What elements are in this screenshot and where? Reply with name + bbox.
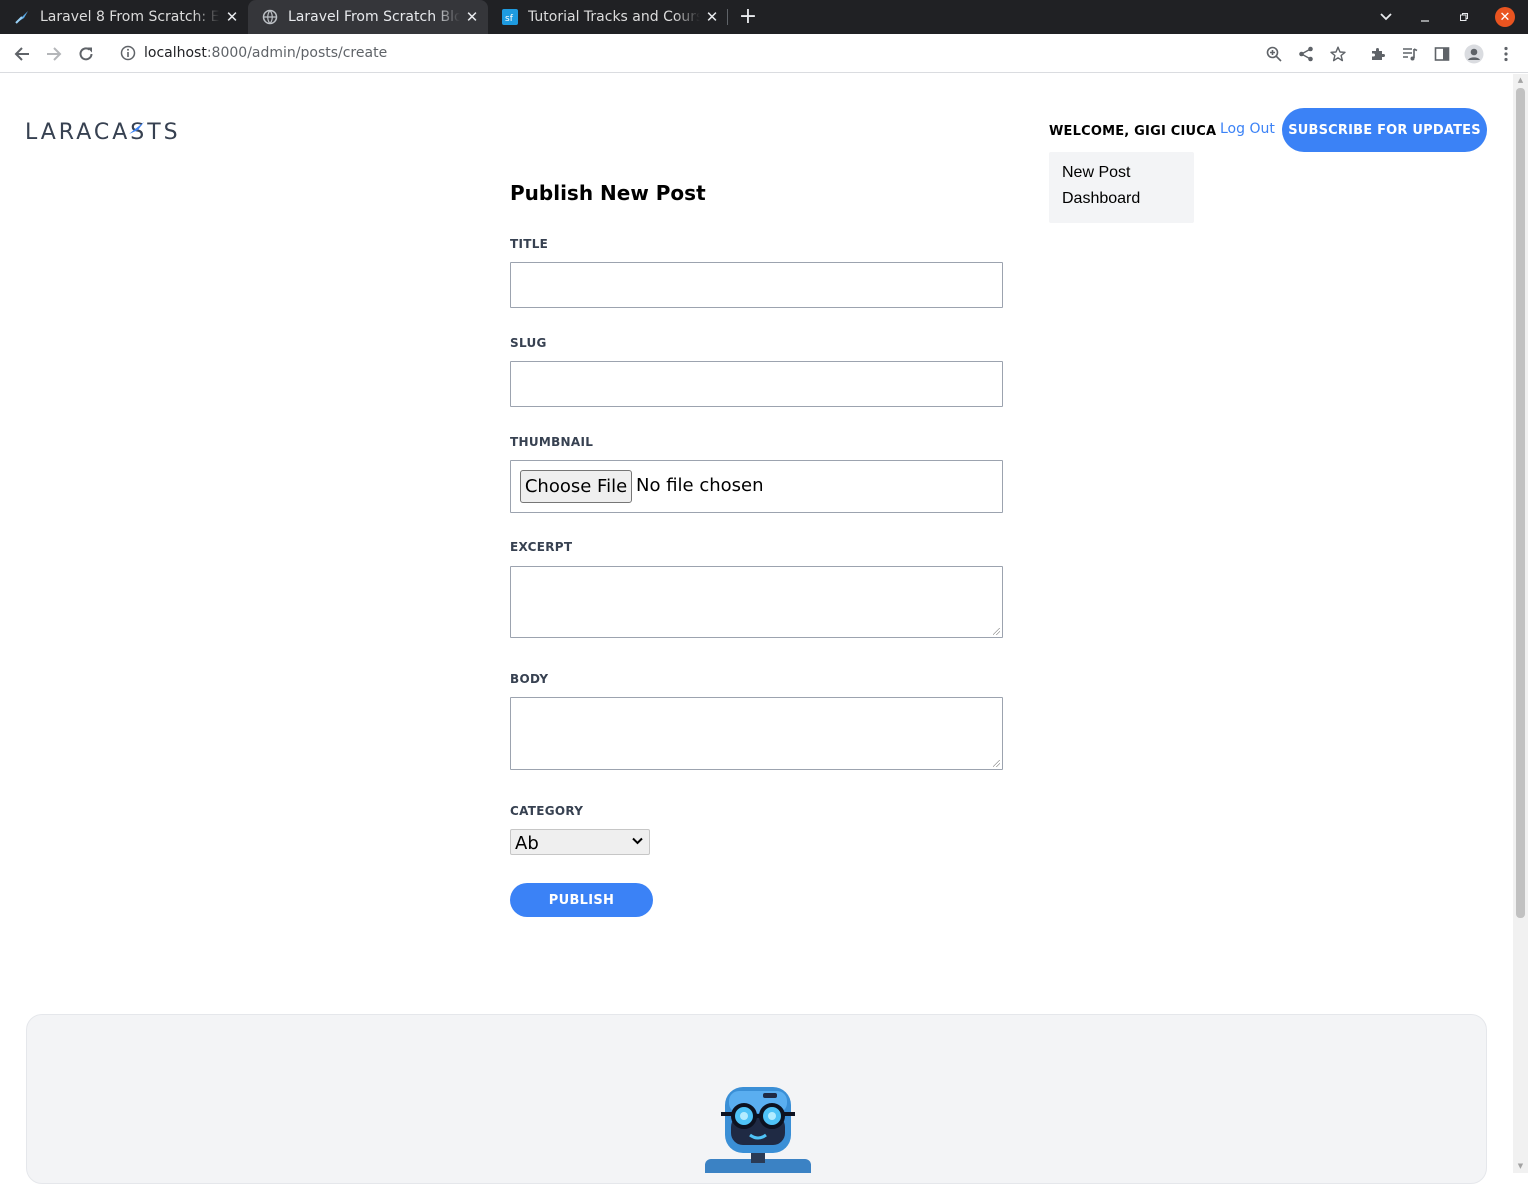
media-control-icon[interactable] — [1396, 40, 1424, 68]
page-content: LARACASTS WELCOME, GIGI CIUCA New Post D… — [0, 74, 1513, 1184]
robot-mascot-icon — [705, 1087, 811, 1173]
extensions-puzzle-icon[interactable] — [1364, 40, 1392, 68]
no-file-chosen-text: No file chosen — [636, 475, 764, 496]
svg-text:sf: sf — [505, 14, 514, 24]
publish-button[interactable]: PUBLISH — [510, 883, 653, 917]
title-label: TITLE — [510, 237, 549, 251]
excerpt-textarea[interactable] — [510, 566, 1003, 638]
address-bar[interactable]: localhost:8000/admin/posts/create — [108, 38, 1358, 68]
browser-tab-bar: Laravel 8 From Scratch: Ex ✕ Laravel Fro… — [0, 0, 1528, 34]
menu-item-dashboard[interactable]: Dashboard — [1062, 190, 1140, 208]
bookmark-star-icon[interactable] — [1324, 40, 1352, 68]
page-title: Publish New Post — [510, 181, 706, 205]
url-text: localhost:8000/admin/posts/create — [144, 45, 387, 61]
share-icon[interactable] — [1292, 40, 1320, 68]
user-dropdown-menu: New Post Dashboard — [1049, 152, 1194, 223]
category-select[interactable]: Ab — [510, 829, 650, 855]
vertical-scrollbar[interactable]: ▲ ▼ — [1513, 74, 1528, 1173]
thumbnail-file-input: Choose File No file chosen — [510, 460, 1003, 513]
scroll-up-arrow-icon[interactable]: ▲ — [1516, 76, 1525, 85]
browser-toolbar: localhost:8000/admin/posts/create — [0, 34, 1528, 73]
close-tab-icon[interactable]: ✕ — [220, 8, 244, 26]
body-textarea[interactable] — [510, 697, 1003, 770]
scrollbar-thumb[interactable] — [1516, 88, 1525, 918]
back-arrow-icon[interactable] — [8, 40, 36, 68]
category-label: CATEGORY — [510, 804, 584, 818]
tab-title: Laravel 8 From Scratch: Ex — [40, 9, 220, 25]
tab-search-chevron-icon[interactable] — [1374, 0, 1398, 34]
window-close-icon[interactable]: ✕ — [1495, 7, 1515, 27]
scroll-down-arrow-icon[interactable]: ▼ — [1516, 1162, 1525, 1171]
title-input[interactable] — [510, 262, 1003, 308]
category-selected-value: Ab — [515, 833, 539, 854]
menu-item-new-post[interactable]: New Post — [1062, 164, 1130, 182]
slug-input[interactable] — [510, 361, 1003, 407]
tab-title: Tutorial Tracks and Cours — [528, 9, 700, 25]
site-info-icon[interactable] — [120, 45, 136, 61]
side-panel-icon[interactable] — [1428, 40, 1456, 68]
url-path: :8000/admin/posts/create — [206, 45, 388, 61]
thumbnail-label: THUMBNAIL — [510, 435, 594, 449]
slug-label: SLUG — [510, 336, 547, 350]
subscribe-button[interactable]: SUBSCRIBE FOR UPDATES — [1282, 108, 1487, 152]
more-menu-icon[interactable] — [1492, 40, 1520, 68]
minimize-icon[interactable] — [1414, 0, 1436, 34]
close-tab-icon[interactable]: ✕ — [460, 8, 484, 26]
tab-tutorial-tracks[interactable]: sf Tutorial Tracks and Cours ✕ — [488, 0, 728, 34]
forward-arrow-icon[interactable] — [40, 40, 68, 68]
laracasts-logo[interactable]: LARACASTS — [25, 118, 209, 144]
excerpt-label: EXCERPT — [510, 540, 573, 554]
body-label: BODY — [510, 672, 549, 686]
zoom-icon[interactable] — [1260, 40, 1288, 68]
restore-icon[interactable] — [1453, 0, 1475, 34]
chevron-down-icon — [632, 837, 643, 845]
welcome-text[interactable]: WELCOME, GIGI CIUCA — [1049, 124, 1216, 139]
logout-link[interactable]: Log Out — [1220, 121, 1275, 137]
tab-title: Laravel From Scratch Blog — [288, 9, 460, 25]
close-tab-icon[interactable]: ✕ — [700, 8, 724, 26]
profile-avatar-icon[interactable] — [1460, 40, 1488, 68]
new-tab-icon[interactable]: + — [736, 5, 760, 29]
logo-text: LARACASTS — [25, 120, 181, 144]
choose-file-button[interactable]: Choose File — [520, 470, 632, 503]
tab-separator — [727, 9, 728, 25]
laracasts-favicon-icon — [14, 9, 30, 25]
globe-icon — [262, 9, 278, 25]
tab-laravel-blog[interactable]: Laravel From Scratch Blog ✕ — [248, 0, 488, 34]
symfonycasts-favicon-icon: sf — [502, 9, 518, 25]
tab-laravel-8-from-scratch[interactable]: Laravel 8 From Scratch: Ex ✕ — [0, 0, 248, 34]
url-host: localhost — [144, 45, 207, 61]
reload-icon[interactable] — [72, 40, 100, 68]
